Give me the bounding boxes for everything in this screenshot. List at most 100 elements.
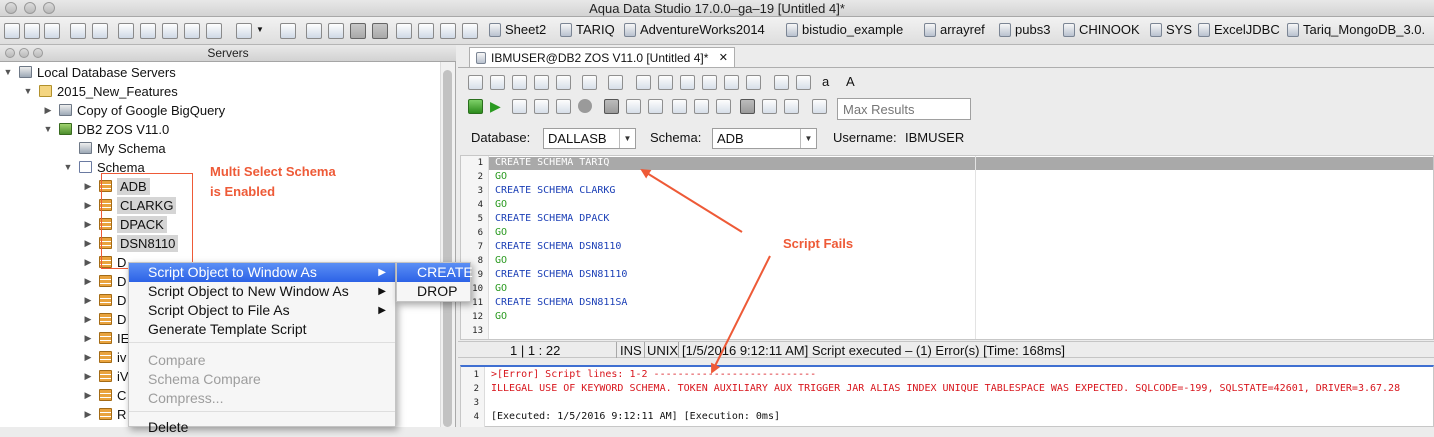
edit-icon[interactable]: [70, 23, 86, 39]
chevron-right-icon[interactable]: ▶: [83, 219, 93, 230]
chevron-right-icon[interactable]: ▶: [83, 181, 93, 192]
chevron-right-icon[interactable]: ▶: [83, 352, 93, 363]
decrease-font-button[interactable]: A: [846, 74, 855, 89]
chevron-right-icon[interactable]: ▶: [83, 390, 93, 401]
compare-icon[interactable]: [184, 23, 200, 39]
image-icon[interactable]: [206, 23, 222, 39]
chevron-right-icon[interactable]: ▶: [83, 314, 93, 325]
bookmark-icon[interactable]: [762, 99, 777, 114]
submenu-item-drop[interactable]: DROP: [397, 282, 470, 301]
menu-item-script-to-file[interactable]: Script Object to File As ▶: [129, 301, 395, 320]
chevron-right-icon[interactable]: ▶: [83, 333, 93, 344]
stop-icon[interactable]: [578, 99, 592, 113]
chevron-down-icon[interactable]: ▼: [43, 124, 53, 134]
find-replace-icon[interactable]: [796, 75, 811, 90]
menu-item-generate-template[interactable]: Generate Template Script: [129, 320, 395, 339]
query-analyzer-icon[interactable]: [140, 23, 156, 39]
list-icon[interactable]: [418, 23, 434, 39]
output-panel[interactable]: 1 >[Error] Script lines: 1-2 ------------…: [460, 365, 1434, 427]
print-icon[interactable]: [582, 75, 597, 90]
tree-node-google-bigquery[interactable]: ▶ Copy of Google BigQuery: [43, 101, 226, 119]
chevron-right-icon[interactable]: ▶: [83, 276, 93, 287]
execute-edit-icon[interactable]: [534, 99, 549, 114]
connection-adventureworks[interactable]: AdventureWorks2014: [624, 22, 765, 37]
connection-arrayref[interactable]: arrayref: [924, 22, 985, 37]
tree-node-my-schema[interactable]: My Schema: [63, 139, 166, 157]
chevron-right-icon[interactable]: ▶: [83, 200, 93, 211]
tree-node-db2-zos[interactable]: ▼ DB2 ZOS V11.0: [43, 120, 170, 138]
connection-chinook[interactable]: CHINOOK: [1063, 22, 1140, 37]
format-icon[interactable]: [694, 99, 709, 114]
connection-exceljdbc[interactable]: ExcelJDBC: [1198, 22, 1280, 37]
results-grid-icon[interactable]: [604, 99, 619, 114]
layout-grid-icon[interactable]: [372, 23, 388, 39]
find-icon[interactable]: [774, 75, 789, 90]
results-panel-icon[interactable]: [648, 99, 663, 114]
auto-commit-icon[interactable]: [740, 99, 755, 114]
servers-scrollbar-thumb[interactable]: [443, 70, 452, 427]
schema-node[interactable]: ▶ iV: [83, 367, 129, 385]
editor-tab[interactable]: IBMUSER@DB2 ZOS V11.0 [Untitled 4]* ✕: [469, 47, 735, 67]
schema-node[interactable]: ▶ iv: [83, 348, 127, 366]
menu-item-script-to-window[interactable]: Script Object to Window As ▶: [129, 263, 395, 282]
schema-select[interactable]: ADB ▼: [712, 128, 817, 149]
execute-all-icon[interactable]: [468, 99, 483, 114]
chevron-right-icon[interactable]: ▶: [83, 295, 93, 306]
chevron-down-icon[interactable]: ▼: [3, 67, 13, 77]
chevron-right-icon[interactable]: ▶: [83, 257, 93, 268]
database-select[interactable]: DALLASB ▼: [543, 128, 636, 149]
cut-icon[interactable]: [658, 75, 673, 90]
connection-tariq[interactable]: TARIQ: [560, 22, 615, 37]
save-all-icon[interactable]: [556, 75, 571, 90]
redo-icon[interactable]: [746, 75, 761, 90]
connection-sheet2[interactable]: Sheet2: [489, 22, 546, 37]
transaction-icon[interactable]: [716, 99, 731, 114]
calendar-icon[interactable]: [396, 23, 412, 39]
schema-node[interactable]: ▶ C: [83, 386, 127, 404]
pencil-icon[interactable]: [672, 99, 687, 114]
chevron-right-icon[interactable]: ▶: [83, 238, 93, 249]
results-text-icon[interactable]: [626, 99, 641, 114]
document-icon[interactable]: [812, 99, 827, 114]
connection-bistudio[interactable]: bistudio_example: [786, 22, 903, 37]
window-icon[interactable]: [440, 23, 456, 39]
undo-icon[interactable]: [724, 75, 739, 90]
paste-icon[interactable]: [702, 75, 717, 90]
document-icon[interactable]: [236, 23, 252, 39]
layout-icon[interactable]: [350, 23, 366, 39]
schema-node[interactable]: ▶ D: [83, 310, 127, 328]
search-icon[interactable]: [162, 23, 178, 39]
explain-plan-icon[interactable]: [556, 99, 571, 114]
menu-item-script-to-new-window[interactable]: Script Object to New Window As ▶: [129, 282, 395, 301]
schema-node[interactable]: ▶ D: [83, 272, 127, 290]
connection-pubs3[interactable]: pubs3: [999, 22, 1050, 37]
schema-node[interactable]: ▶ D: [83, 291, 127, 309]
tree-node-2015-new-features[interactable]: ▼ 2015_New_Features: [23, 82, 178, 100]
open-file-icon[interactable]: [490, 75, 505, 90]
menu-item-delete[interactable]: Delete: [129, 418, 395, 437]
table-icon[interactable]: [328, 23, 344, 39]
edit-connection-icon[interactable]: [24, 23, 40, 39]
chevron-down-icon[interactable]: ▼: [23, 86, 33, 96]
increase-font-button[interactable]: a: [822, 74, 829, 89]
pencil-icon[interactable]: [92, 23, 108, 39]
select-icon[interactable]: [636, 75, 651, 90]
max-results-input[interactable]: [837, 98, 971, 120]
sql-editor[interactable]: 1 CREATE SCHEMA TARIQ 2 GO 3 CREATE SCHEMA CL…: [460, 155, 1434, 340]
connection-sys[interactable]: SYS: [1150, 22, 1192, 37]
schema-node[interactable]: ▶ IE: [83, 329, 130, 347]
execute-icon[interactable]: ▶: [490, 98, 501, 115]
chevron-right-icon[interactable]: ▶: [83, 371, 93, 382]
new-file-icon[interactable]: [468, 75, 483, 90]
submenu-item-create[interactable]: CREATE: [397, 263, 473, 282]
copy-icon[interactable]: [680, 75, 695, 90]
execute-current-icon[interactable]: [512, 99, 527, 114]
chevron-down-icon[interactable]: ▼: [63, 162, 73, 172]
chevron-down-icon[interactable]: ▼: [256, 25, 266, 41]
chevron-right-icon[interactable]: ▶: [83, 409, 93, 420]
tree-node-local-servers[interactable]: ▼ Local Database Servers: [3, 63, 176, 81]
tab-close-button[interactable]: ✕: [719, 51, 728, 64]
copy-icon[interactable]: [280, 23, 296, 39]
grid-icon[interactable]: [306, 23, 322, 39]
connection-mongodb[interactable]: Tariq_MongoDB_3.0.: [1287, 22, 1425, 37]
